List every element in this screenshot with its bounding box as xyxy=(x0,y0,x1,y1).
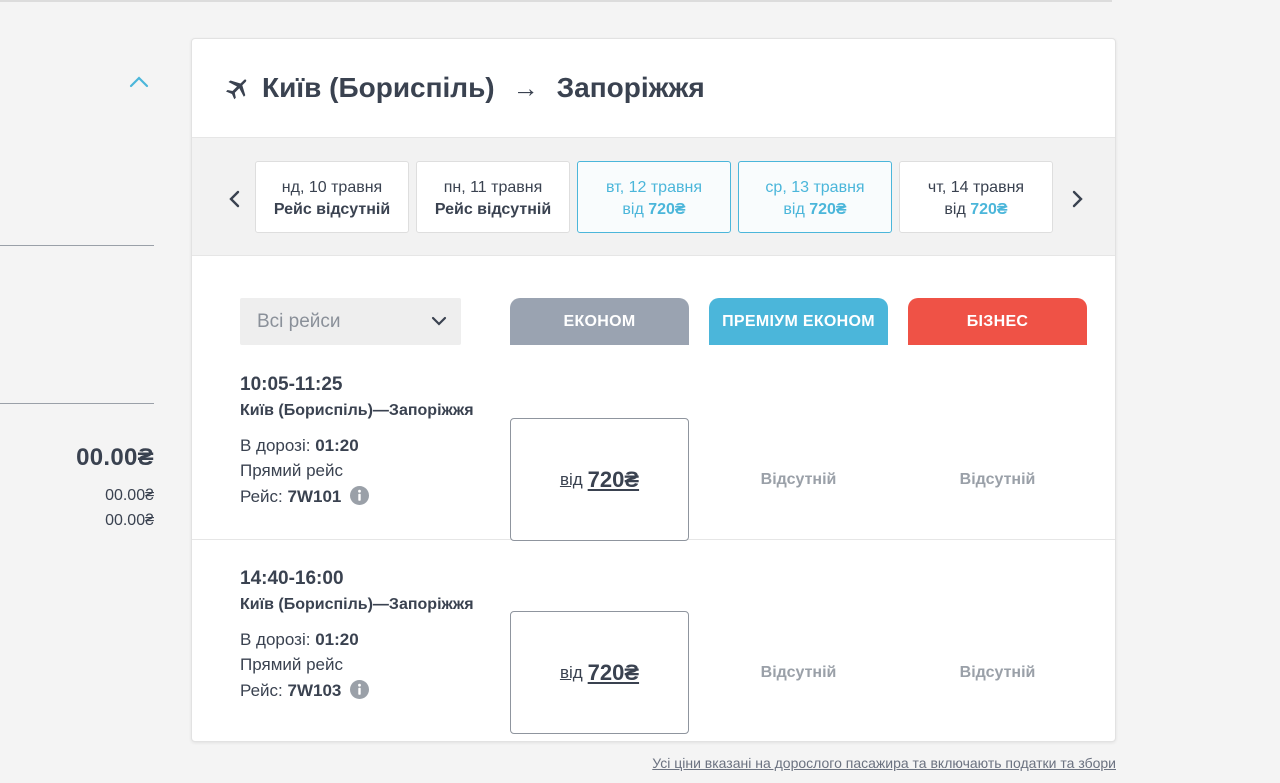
price-from-label: від xyxy=(559,662,583,682)
chevron-left-icon[interactable] xyxy=(228,188,242,210)
chevron-up-icon[interactable] xyxy=(128,74,150,90)
date-card-12[interactable]: вт, 12 травня від 720₴ xyxy=(577,161,731,233)
date-label: пн, 11 травня xyxy=(443,179,543,196)
date-price: від 720₴ xyxy=(578,199,730,221)
sidebar-total: 00.00₴ xyxy=(76,444,154,471)
flight-time: 14:40-16:00 xyxy=(240,568,344,589)
flight-number: Рейс: 7W103 xyxy=(240,680,370,701)
business-unavailable: Відсутній xyxy=(959,664,1036,681)
tab-economy[interactable]: ЕКОНОМ xyxy=(510,298,689,345)
prices-footnote-link[interactable]: Усі ціни вказані на дорослого пасажира т… xyxy=(612,755,1116,771)
duration-value: 01:20 xyxy=(315,436,359,455)
price-from-label: від xyxy=(783,201,805,218)
date-label: ср, 13 травня xyxy=(765,179,865,196)
price-value: 720₴ xyxy=(587,466,640,492)
date-card-13[interactable]: ср, 13 травня від 720₴ xyxy=(738,161,892,233)
duration-label: В дорозі: xyxy=(240,630,311,649)
chevron-right-icon[interactable] xyxy=(1070,188,1084,210)
price-from-label: від xyxy=(559,469,583,489)
destination-city: Запоріжжя xyxy=(556,72,705,103)
flight-time: 10:05-11:25 xyxy=(240,374,343,395)
route-title: Київ (Бориспіль) → Запоріжжя xyxy=(262,72,705,104)
date-selector: нд, 10 травня Рейс відсутній пн, 11 трав… xyxy=(192,138,1115,256)
route-header: Київ (Бориспіль) → Запоріжжя xyxy=(192,39,1115,138)
price-from-label: від xyxy=(944,201,966,218)
flight-type: Прямий рейс xyxy=(240,461,343,480)
date-card-14[interactable]: чт, 14 травня від 720₴ xyxy=(899,161,1053,233)
flight-row: 10:05-11:25 Київ (Бориспіль)—Запоріжжя В… xyxy=(192,345,1115,541)
plane-icon xyxy=(226,79,247,100)
date-price: від 720₴ xyxy=(900,199,1052,221)
price-value: 720₴ xyxy=(970,201,1008,218)
sidebar-subtotal: 00.00₴ xyxy=(105,512,154,529)
flight-row: 14:40-16:00 Київ (Бориспіль)—Запоріжжя В… xyxy=(192,539,1115,734)
date-label: чт, 14 травня xyxy=(927,179,1025,196)
economy-price-button[interactable]: від 720₴ xyxy=(510,611,689,734)
flight-number-value: 7W103 xyxy=(287,681,342,700)
price-value: 720₴ xyxy=(587,659,640,685)
duration-value: 01:20 xyxy=(315,630,359,649)
date-label: вт, 12 травня xyxy=(606,179,702,196)
info-icon[interactable] xyxy=(350,680,370,699)
flight-type: Прямий рейс xyxy=(240,655,343,674)
price-from-label: від xyxy=(622,201,644,218)
flight-results-card: Київ (Бориспіль) → Запоріжжя нд, 10 трав… xyxy=(191,38,1116,742)
flight-duration: В дорозі: 01:20 xyxy=(240,436,359,456)
business-unavailable: Відсутній xyxy=(959,471,1036,488)
economy-price-button[interactable]: від 720₴ xyxy=(510,418,689,541)
date-status: Рейс відсутній xyxy=(434,201,552,218)
price-value: 720₴ xyxy=(809,201,847,218)
date-status: Рейс відсутній xyxy=(273,201,391,218)
flight-number-value: 7W101 xyxy=(287,487,342,506)
flights-filter-select[interactable]: Всі рейси xyxy=(240,298,461,345)
origin-city: Київ (Бориспіль) xyxy=(262,72,495,103)
date-label: нд, 10 травня xyxy=(281,179,383,196)
flight-route: Київ (Бориспіль)—Запоріжжя xyxy=(240,596,474,613)
date-price: від 720₴ xyxy=(739,199,891,221)
sidebar-divider xyxy=(0,245,154,246)
premium-unavailable: Відсутній xyxy=(760,471,837,488)
top-divider xyxy=(0,0,1112,2)
filter-label: Всі рейси xyxy=(257,310,341,332)
flight-number-label: Рейс: xyxy=(240,487,283,506)
tab-premium-economy[interactable]: ПРЕМІУМ ЕКОНОМ xyxy=(709,298,888,345)
date-card-10[interactable]: нд, 10 травня Рейс відсутній xyxy=(255,161,409,233)
price-value: 720₴ xyxy=(648,201,686,218)
date-card-11[interactable]: пн, 11 травня Рейс відсутній xyxy=(416,161,570,233)
date-cards: нд, 10 травня Рейс відсутній пн, 11 трав… xyxy=(255,161,1060,233)
premium-unavailable: Відсутній xyxy=(760,664,837,681)
flight-route: Київ (Бориспіль)—Запоріжжя xyxy=(240,402,474,419)
chevron-down-icon xyxy=(431,316,447,326)
info-icon[interactable] xyxy=(350,486,370,505)
route-arrow: → xyxy=(512,72,539,103)
flight-number: Рейс: 7W101 xyxy=(240,486,370,507)
flight-duration: В дорозі: 01:20 xyxy=(240,630,359,650)
sidebar-subtotal: 00.00₴ xyxy=(105,487,154,504)
tab-business[interactable]: БІЗНЕС xyxy=(908,298,1087,345)
flight-number-label: Рейс: xyxy=(240,681,283,700)
duration-label: В дорозі: xyxy=(240,436,311,455)
sidebar-divider xyxy=(0,403,154,404)
